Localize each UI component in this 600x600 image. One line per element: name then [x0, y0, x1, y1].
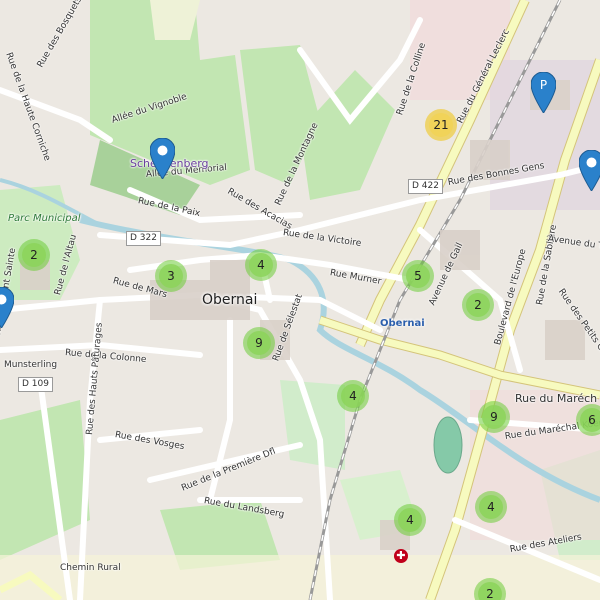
marker-cluster[interactable]: 5: [402, 260, 434, 292]
cluster-count: 9: [247, 331, 271, 355]
cluster-count: 2: [22, 243, 46, 267]
marker-cluster[interactable]: 4: [245, 249, 277, 281]
map-base-layer: [0, 0, 600, 600]
marker-cluster[interactable]: 4: [394, 504, 426, 536]
marker-cluster[interactable]: 6: [576, 404, 600, 436]
cluster-count: 5: [406, 264, 430, 288]
hospital-cross-icon: ✚: [394, 549, 408, 563]
cluster-count: 4: [398, 508, 422, 532]
map-pin-icon[interactable]: [150, 138, 175, 179]
cluster-count: 2: [478, 582, 502, 600]
cluster-count: 2: [466, 293, 490, 317]
cluster-count: 3: [159, 264, 183, 288]
map-pin-icon[interactable]: [0, 287, 14, 328]
road-shield: D 109: [18, 377, 53, 392]
parking-pin-icon[interactable]: P: [531, 72, 556, 113]
road-shield: D 322: [126, 231, 161, 246]
map-pin-icon[interactable]: [579, 150, 600, 191]
cluster-count: 4: [479, 495, 503, 519]
marker-cluster[interactable]: 9: [243, 327, 275, 359]
marker-cluster[interactable]: 3: [155, 260, 187, 292]
cluster-count: 21: [429, 113, 453, 137]
marker-cluster[interactable]: 4: [475, 491, 507, 523]
map-view[interactable]: Rue de la Haute Corniche Rue des Bosquet…: [0, 0, 600, 600]
cluster-count: 4: [249, 253, 273, 277]
marker-cluster[interactable]: 21: [425, 109, 457, 141]
marker-cluster[interactable]: 9: [478, 401, 510, 433]
road-shield: D 422: [408, 179, 443, 194]
cluster-count: 9: [482, 405, 506, 429]
marker-cluster[interactable]: 2: [462, 289, 494, 321]
cluster-count: 4: [341, 384, 365, 408]
marker-cluster[interactable]: 2: [18, 239, 50, 271]
marker-cluster[interactable]: 4: [337, 380, 369, 412]
station-label: Obernai: [380, 318, 425, 329]
cluster-count: 6: [580, 408, 600, 432]
parking-pin-label: P: [540, 78, 547, 92]
